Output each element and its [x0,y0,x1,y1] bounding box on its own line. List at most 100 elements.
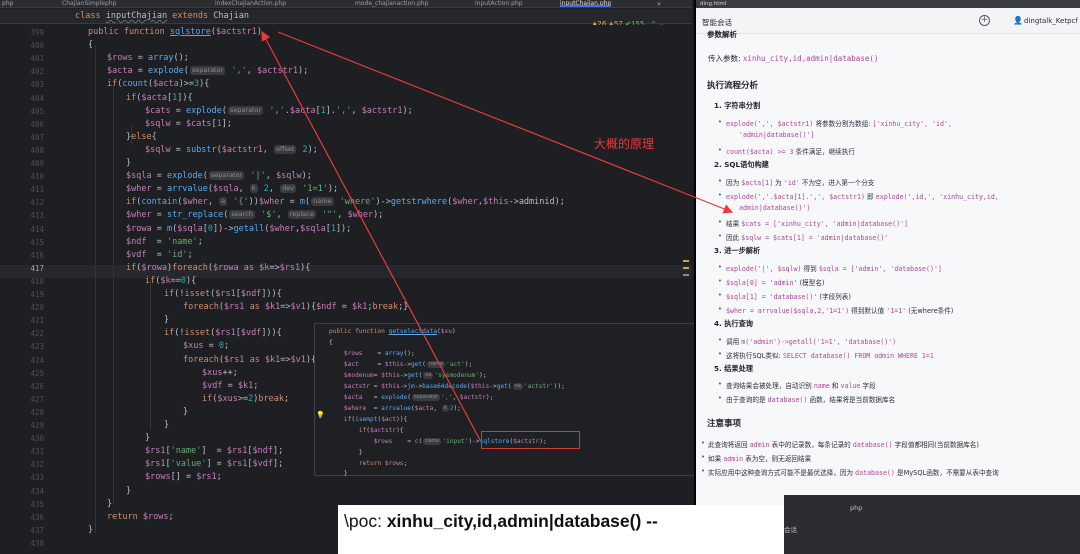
line-number[interactable]: 408 [0,146,44,155]
code-line[interactable]: if($rowa)foreach($rowa as $k=>$rs1){ [126,263,310,273]
code-line[interactable]: { [88,40,93,50]
lightbulb-icon[interactable]: 💡 [316,411,325,419]
code-line[interactable]: } [88,525,93,535]
code-line[interactable]: $vdf = $k1; [202,381,258,391]
code-line[interactable]: $wher = str_replace(search '$', replace … [126,210,383,220]
panel-title: 智能会话 [702,18,732,27]
code-line[interactable]: $sqla = explode(separator '|', $sqlw); [126,171,312,181]
code-line[interactable]: } [183,407,188,417]
line-number[interactable]: 435 [0,500,44,509]
new-chat-plus-icon[interactable]: + [979,15,990,26]
code-line[interactable]: $rs1['value'] = $rs1[$vdf]; [145,459,283,469]
line-number[interactable]: 430 [0,434,44,443]
line-number[interactable]: 418 [0,277,44,286]
annotation-label: 大概的原理 [594,137,655,151]
editor-tab[interactable]: ChajianSimplephp [62,0,116,7]
editor-tab[interactable]: indexChajianAction.php [215,0,286,7]
line-number[interactable]: 427 [0,395,44,404]
line-number[interactable]: 428 [0,408,44,417]
code-line[interactable]: } [164,315,169,325]
editor-tab[interactable]: inputAction.php [475,0,523,7]
editor-tab[interactable]: mode_chajianaction.php [355,0,428,7]
code-line[interactable]: $rs1['name'] = $rs1[$ndf]; [145,446,283,456]
line-number[interactable]: 402 [0,67,44,76]
step-3-bullet-3: $sqla[1] = 'database()' (字段列表) [718,291,851,301]
line-number[interactable]: 410 [0,172,44,181]
line-number[interactable]: 424 [0,356,44,365]
line-number[interactable]: 423 [0,342,44,351]
code-line[interactable]: if(contain($wher, a '{'))$wher = m(name … [126,197,565,207]
line-number[interactable]: 405 [0,107,44,116]
close-tab-icon[interactable]: × [655,0,663,8]
step-3-heading: 3. 进一步解析 [714,246,761,255]
code-line[interactable]: foreach($rs1 as $k1=>$v1){$ndf = $k1;bre… [183,302,408,312]
line-number[interactable]: 414 [0,225,44,234]
code-line[interactable]: if(!isset($rs1[$ndf])){ [164,289,282,299]
code-line[interactable]: foreach($rs1 as $k1=>$v1){ [183,355,316,365]
editor-tab[interactable]: inputChajian.php [560,0,612,7]
code-line[interactable]: $rows[] = $rs1; [145,472,222,482]
line-number[interactable]: 434 [0,487,44,496]
editor-tab[interactable]: php [2,0,13,7]
line-number[interactable]: 421 [0,316,44,325]
code-line[interactable]: $cats = explode(separator ','.$acta[1].'… [145,105,413,116]
line-number[interactable]: 422 [0,329,44,338]
bottom-file-label: php [850,504,863,512]
code-line[interactable]: $rowa = m($sqla[0])->getall($wher,$sqla[… [126,224,351,234]
code-line[interactable]: } [145,433,150,443]
code-line[interactable]: $wher = arrvalue($sqla, k 2, dev '1=1'); [126,184,338,194]
code-line[interactable]: } [107,499,112,509]
line-number[interactable]: 429 [0,421,44,430]
code-line[interactable]: $xus++; [202,368,238,378]
line-number[interactable]: 415 [0,238,44,247]
line-number[interactable]: 411 [0,185,44,194]
code-line[interactable]: $acta = explode(separator ',', $actstr1)… [107,66,308,76]
line-number[interactable]: 407 [0,133,44,142]
code-line[interactable]: } [126,158,131,168]
line-number[interactable]: 404 [0,94,44,103]
highlight-box [481,431,580,449]
code-line[interactable]: if(!isset($rs1[$vdf])){ [164,328,282,338]
code-line[interactable]: $sqlw = substr($actstr1, offset 2); [145,144,318,155]
line-number[interactable]: 432 [0,460,44,469]
user-name[interactable]: dingtalk_Ketpcf [1024,17,1078,25]
line-number[interactable]: 401 [0,54,44,63]
line-number[interactable]: 417 [0,264,44,273]
code-line[interactable]: $vdf = 'id'; [126,250,193,260]
code-line[interactable]: $xus = 0; [183,341,229,351]
code-line[interactable]: $sqlw = $cats[1]; [145,119,232,129]
code-snippet-overlay: public function getselectdata($xu) { $ro… [314,323,698,477]
line-number[interactable]: 426 [0,382,44,391]
line-number[interactable]: 416 [0,251,44,260]
code-line[interactable]: return $rows; [107,512,174,522]
code-line[interactable]: } [126,486,131,496]
line-number[interactable]: 436 [0,513,44,522]
line-number[interactable]: 431 [0,447,44,456]
code-line[interactable]: if($xus>=2)break; [202,394,289,404]
code-line[interactable]: if($k==0){ [145,276,196,286]
line-number[interactable]: 409 [0,159,44,168]
line-number[interactable]: 403 [0,80,44,89]
code-line[interactable]: if(count($acta)>=3){ [107,79,209,89]
line-number[interactable]: 419 [0,290,44,299]
line-number[interactable]: 420 [0,303,44,312]
line-number[interactable]: 412 [0,198,44,207]
sticky-class-line[interactable]: class inputChajian extends Chajian [75,11,249,21]
code-line[interactable]: if($acta[1]){ [126,93,193,103]
line-number[interactable]: 437 [0,526,44,535]
code-line[interactable]: } [164,420,169,430]
line-number[interactable]: 425 [0,369,44,378]
line-number[interactable]: 438 [0,539,44,548]
code-line[interactable]: public function sqlstore($actstr1) [88,27,262,37]
line-number[interactable]: 400 [0,41,44,50]
code-line[interactable]: $ndf = 'name'; [126,237,203,247]
line-number[interactable]: 413 [0,211,44,220]
user-icon[interactable]: 👤 [1013,16,1023,25]
step-1-bullet-1: explode(',', $actstr1) 将参数分割为数组: ['xinhu… [718,118,952,128]
code-line[interactable]: $rows = array(); [107,53,189,63]
code-line[interactable]: }else{ [126,132,157,142]
line-number[interactable]: 406 [0,120,44,129]
line-number[interactable]: 433 [0,473,44,482]
line-number[interactable]: 399 [0,28,44,37]
ai-chat-panel: ding.html 智能会话 + 👤 dingtalk_Ketpcf 参数解析 … [694,0,1080,554]
